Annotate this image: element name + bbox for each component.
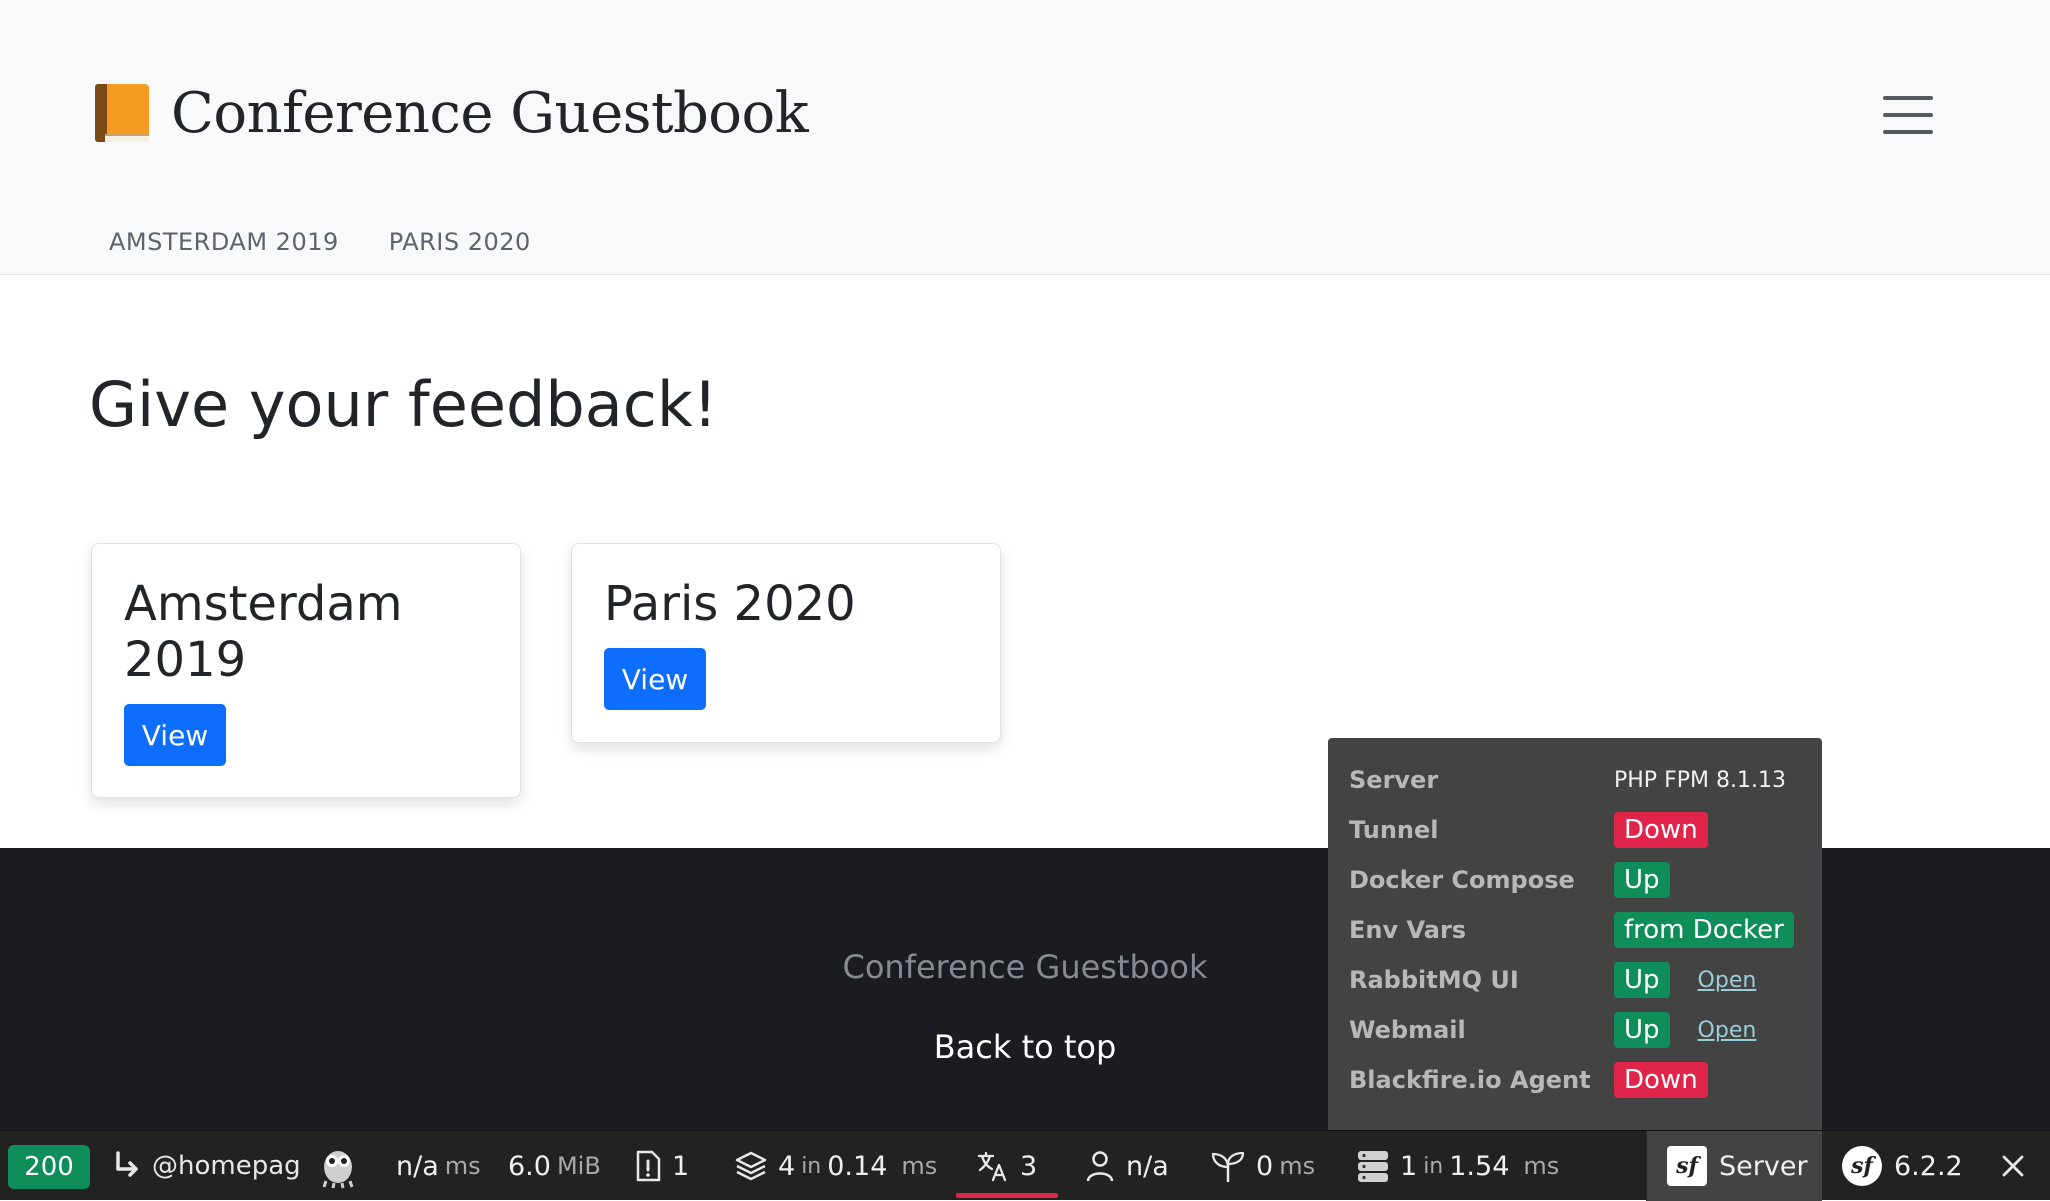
server-row: Server PHP FPM 8.1.13 (1349, 760, 1786, 800)
status-code-badge[interactable]: 200 (8, 1145, 90, 1189)
blackfire-row: Blackfire.io Agent Down (1349, 1060, 1708, 1100)
view-button[interactable]: View (124, 704, 226, 766)
symfony-version: 6.2.2 (1894, 1150, 1963, 1182)
twig-item[interactable]: 0 ms (1210, 1131, 1315, 1201)
card-title: Paris 2020 (604, 576, 856, 632)
cache-in: in (801, 1153, 822, 1179)
server-label: Server (1349, 766, 1439, 794)
rabbitmq-status-badge: Up (1614, 962, 1670, 998)
translations-item[interactable]: 3 (976, 1131, 1037, 1201)
symfony-logo-icon: sf (1842, 1146, 1882, 1186)
view-button[interactable]: View (604, 648, 706, 710)
nav-item-paris-2020[interactable]: PARIS 2020 (389, 228, 531, 256)
log-warning-icon (636, 1150, 661, 1182)
cache-count: 4 (778, 1150, 796, 1182)
translations-count: 3 (1020, 1150, 1038, 1182)
blackfire-status-badge: Down (1614, 1062, 1708, 1098)
server-toolbar-item[interactable]: sf Server (1646, 1131, 1822, 1201)
webmail-open-link[interactable]: Open (1698, 1018, 1757, 1043)
symfony-cli-icon: sf (1667, 1146, 1707, 1186)
close-toolbar-button[interactable] (2000, 1131, 2036, 1201)
memory-value: 6.0 (508, 1150, 551, 1182)
tunnel-row: Tunnel Down (1349, 810, 1708, 850)
twig-unit: ms (1279, 1152, 1316, 1180)
user-icon (1086, 1151, 1114, 1182)
server-value: PHP FPM 8.1.13 (1614, 767, 1786, 793)
tunnel-label: Tunnel (1349, 816, 1439, 844)
cache-unit: ms (901, 1152, 938, 1180)
menu-toggle-icon[interactable] (1883, 96, 1933, 134)
blackfire-label: Blackfire.io Agent (1349, 1066, 1591, 1094)
request-time-unit: ms (444, 1152, 481, 1180)
symfony-version-item[interactable]: sf 6.2.2 (1824, 1131, 1963, 1201)
docker-compose-status-badge: Up (1614, 862, 1670, 898)
user-value: n/a (1126, 1150, 1169, 1182)
db-unit: ms (1523, 1152, 1560, 1180)
webmail-status-badge: Up (1614, 1012, 1670, 1048)
docker-compose-label: Docker Compose (1349, 866, 1575, 894)
docker-compose-row: Docker Compose Up (1349, 860, 1670, 900)
rabbitmq-open-link[interactable]: Open (1698, 968, 1757, 993)
redirect-arrow-icon (116, 1151, 138, 1177)
env-vars-badge: from Docker (1614, 912, 1794, 948)
request-time-value: n/a (396, 1150, 439, 1182)
tunnel-status-badge: Down (1614, 812, 1708, 848)
server-label: Server (1719, 1150, 1808, 1182)
env-vars-row: Env Vars from Docker (1349, 910, 1794, 950)
webmail-row: Webmail Up Open (1349, 1010, 1756, 1050)
orange-book-icon (93, 82, 151, 144)
webmail-label: Webmail (1349, 1016, 1466, 1044)
cache-time: 0.14 (827, 1150, 888, 1182)
route-item[interactable]: @homepag (112, 1131, 301, 1201)
rabbitmq-label: RabbitMQ UI (1349, 966, 1519, 994)
database-item[interactable]: 1 in 1.54 ms (1356, 1131, 1559, 1201)
logs-item[interactable]: 1 (634, 1131, 689, 1201)
logs-count: 1 (672, 1150, 690, 1182)
conference-card-amsterdam: Amsterdam 2019 View (91, 543, 521, 798)
translation-icon (977, 1151, 1007, 1182)
memory-item[interactable]: 6.0 MiB (508, 1131, 601, 1201)
conference-card-paris: Paris 2020 View (571, 543, 1001, 743)
security-item[interactable]: n/a (1084, 1131, 1169, 1201)
close-icon (2002, 1155, 2024, 1177)
site-header: Conference Guestbook AMSTERDAM 2019 PARI… (0, 0, 2050, 275)
database-icon (1358, 1151, 1388, 1182)
sprout-icon (1211, 1151, 1245, 1183)
rabbitmq-row: RabbitMQ UI Up Open (1349, 960, 1756, 1000)
route-name: @homepag (152, 1151, 301, 1181)
nav-item-amsterdam-2019[interactable]: AMSTERDAM 2019 (109, 228, 339, 256)
twig-value: 0 (1256, 1150, 1274, 1182)
memory-unit: MiB (556, 1152, 601, 1180)
conference-nav: AMSTERDAM 2019 PARIS 2020 (109, 228, 531, 256)
brand-link[interactable]: Conference Guestbook (93, 78, 809, 148)
ghost-icon[interactable] (318, 1131, 368, 1201)
db-in: in (1423, 1153, 1444, 1179)
db-count: 1 (1400, 1150, 1418, 1182)
db-time: 1.54 (1449, 1150, 1510, 1182)
request-time-item[interactable]: n/a ms (396, 1131, 481, 1201)
brand-title: Conference Guestbook (171, 80, 809, 146)
env-vars-label: Env Vars (1349, 916, 1467, 944)
translations-active-indicator (956, 1193, 1058, 1198)
page-title: Give your feedback! (89, 368, 718, 441)
server-info-panel: Server PHP FPM 8.1.13 Tunnel Down Docker… (1328, 738, 1822, 1130)
card-title: Amsterdam 2019 (124, 576, 403, 688)
layers-icon (735, 1151, 767, 1181)
cache-item[interactable]: 4 in 0.14 ms (734, 1131, 937, 1201)
symfony-debug-toolbar: 200 @homepag n/a ms 6.0 MiB 1 4 in 0.14 … (0, 1130, 2050, 1201)
